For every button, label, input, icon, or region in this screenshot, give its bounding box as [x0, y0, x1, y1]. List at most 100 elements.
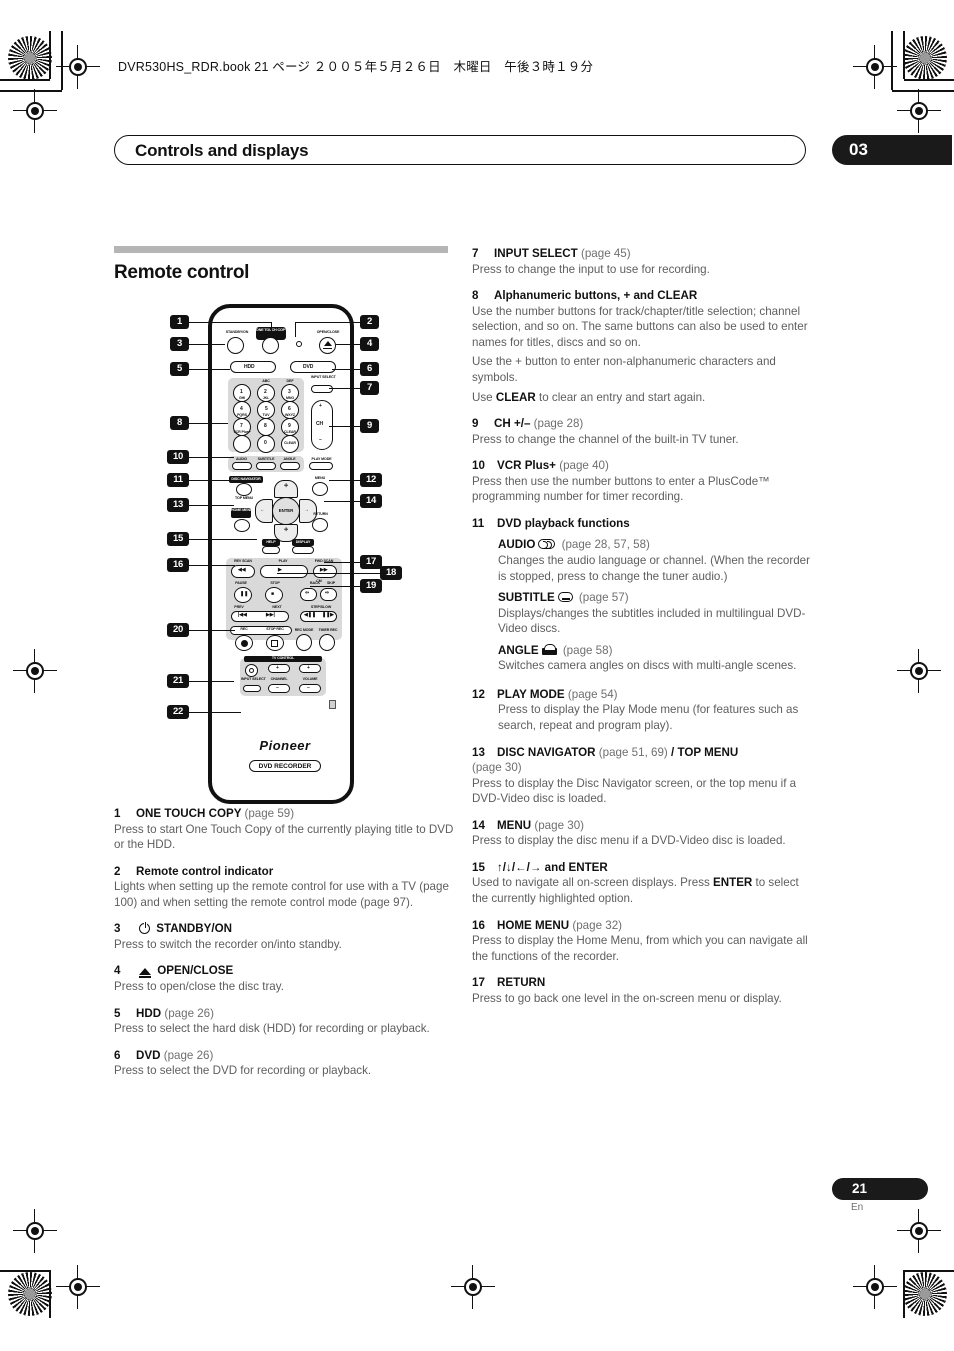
list-item: 17 RETURN Press to go back one level in t…: [472, 975, 812, 1006]
item-title: OPEN/CLOSE: [157, 964, 234, 978]
home-menu-button[interactable]: [234, 519, 250, 532]
list-item: 13 DISC NAVIGATOR (page 51, 69) / TOP MEN…: [472, 745, 812, 807]
registration-target-right-upper: [897, 89, 941, 133]
tv-channel-down-button[interactable]: [268, 684, 290, 693]
item-title: ↑/↓/←/→ and ENTER: [497, 860, 608, 874]
item-page-ref: (page 40): [559, 459, 609, 473]
power-icon: [139, 922, 150, 935]
item-body: Press then use the number buttons to ent…: [472, 474, 770, 504]
tv-channel-up-icon: +: [276, 665, 279, 671]
standby-button[interactable]: [227, 337, 244, 354]
tv-volume-label: VOLUME: [302, 677, 318, 681]
list-item: 5 HDD (page 26) Press to select the hard …: [114, 1006, 454, 1037]
item-body: Press to display the Disc Navigator scre…: [472, 776, 797, 806]
item-body-3: Use CLEAR to clear an entry and start ag…: [472, 390, 812, 406]
callout-2-leader-v: [295, 321, 297, 337]
sub-item-heading: ANGLE (page 58): [498, 643, 812, 659]
item-body: Press to select the hard disk (HDD) for …: [114, 1022, 430, 1036]
subtitle-label: SUBTITLE: [498, 591, 555, 605]
callout-18-leader: [277, 572, 380, 574]
item-number: 17: [472, 976, 485, 990]
tv-channel-up-button[interactable]: [268, 664, 290, 673]
callout-14: 14: [360, 494, 382, 508]
tv-input-select-button[interactable]: [243, 685, 261, 692]
disc-navigator-button[interactable]: [236, 483, 252, 496]
item-title: STANDBY/ON: [156, 922, 233, 936]
number-key-1-label: 1: [240, 389, 243, 395]
crop-mark-tr-v2: [891, 31, 893, 90]
callout-19: 19: [360, 579, 382, 593]
sub-item-heading: AUDIO (page 28, 57, 58): [498, 537, 812, 553]
vcr-plus-button[interactable]: [233, 435, 251, 453]
rec-mode-button[interactable]: [296, 634, 312, 651]
item-body: Press to go back one level in the on-scr…: [472, 991, 782, 1005]
crop-mark-tr-v: [903, 31, 905, 79]
number-key-7-label: 7: [240, 423, 243, 429]
eject-bar-icon: [323, 347, 332, 350]
audio-button[interactable]: [232, 462, 252, 470]
sub-item-audio: AUDIO (page 28, 57, 58) Changes the audi…: [498, 537, 812, 584]
item-body: Press to start One Touch Copy of the cur…: [114, 822, 454, 852]
tv-volume-up-button[interactable]: [299, 664, 321, 673]
input-select-button[interactable]: [311, 385, 333, 393]
callout-2: 2: [360, 315, 379, 329]
item-page-ref: (page 28): [533, 417, 584, 431]
section-heading: Remote control: [114, 262, 250, 283]
sub-item-body: Changes the audio language or channel. (…: [498, 553, 810, 583]
registration-target-left-upper: [13, 89, 57, 133]
display-button[interactable]: [292, 546, 314, 554]
return-button[interactable]: [312, 518, 328, 532]
callout-16: 16: [167, 558, 189, 572]
play-mode-button[interactable]: [309, 462, 333, 470]
crop-mark-tl-h: [0, 79, 50, 81]
callout-4: 4: [360, 337, 379, 351]
item-title: PLAY MODE: [497, 687, 565, 701]
one-touch-copy-button[interactable]: [262, 337, 279, 354]
sub-item-subtitle: SUBTITLE (page 57) Displays/changes the …: [498, 590, 812, 637]
enter-label: ENTER: [278, 508, 294, 513]
subtitle-button[interactable]: [256, 462, 276, 470]
callout-14-leader: [324, 500, 360, 502]
item-number: 4: [114, 964, 121, 978]
callout-9-leader: [329, 425, 360, 427]
play-mode-label: PLAY MODE: [311, 457, 332, 461]
angle-button[interactable]: [280, 462, 300, 470]
tv-channel-down-icon: –: [276, 685, 279, 691]
list-item: 15 ↑/↓/←/→ and ENTER Used to navigate all…: [472, 860, 812, 907]
registration-target-bottom-center: [451, 1265, 495, 1309]
angle-camera-icon: [541, 643, 557, 655]
callout-20-leader: [189, 629, 235, 631]
tv-volume-down-button[interactable]: [299, 684, 321, 693]
clear-top-label: CLEAR: [284, 430, 296, 434]
prev-label: PREV: [234, 605, 244, 609]
registration-target-right-lower: [897, 1209, 941, 1253]
number-key-3-label: 3: [288, 389, 291, 395]
registration-rosette-top-left: [8, 36, 52, 80]
timer-rec-button[interactable]: [319, 634, 335, 651]
callout-13: 13: [167, 498, 189, 512]
item-number: 12: [472, 687, 485, 701]
item-number: 3: [114, 922, 121, 936]
help-button[interactable]: [262, 546, 280, 554]
step-slow-fwd-icon: ❚❚▶: [322, 612, 334, 618]
list-item: 6 DVD (page 26) Press to select the DVD f…: [114, 1048, 454, 1079]
stop-rec-square-icon: [271, 640, 278, 647]
number-key-6-label: 6: [288, 406, 291, 412]
crop-mark-br-v: [903, 1270, 905, 1318]
item-page-ref: (page 26): [163, 1048, 214, 1062]
item-title: VCR Plus+: [497, 459, 556, 473]
callout-7-leader: [329, 387, 360, 389]
list-item: 8 Alphanumeric buttons, + and CLEAR Use t…: [472, 288, 812, 405]
item-page-ref: (page 30): [534, 818, 585, 832]
item-page-ref: (page 54): [567, 687, 618, 701]
ch-minus-label: –: [319, 437, 322, 443]
home-menu-label: HOME MENU: [231, 508, 253, 512]
list-item: 12 PLAY MODE (page 54) Press to display t…: [472, 687, 812, 734]
callout-4-leader: [336, 343, 360, 345]
step-slow-label: STEP/SLOW: [310, 605, 332, 609]
play-button[interactable]: [260, 565, 308, 578]
page-number-badge: 21: [832, 1178, 928, 1200]
item-page-ref: (page 32): [572, 918, 623, 932]
stop-button[interactable]: [265, 587, 283, 603]
standby-label: STANDBY/ON: [225, 330, 249, 334]
